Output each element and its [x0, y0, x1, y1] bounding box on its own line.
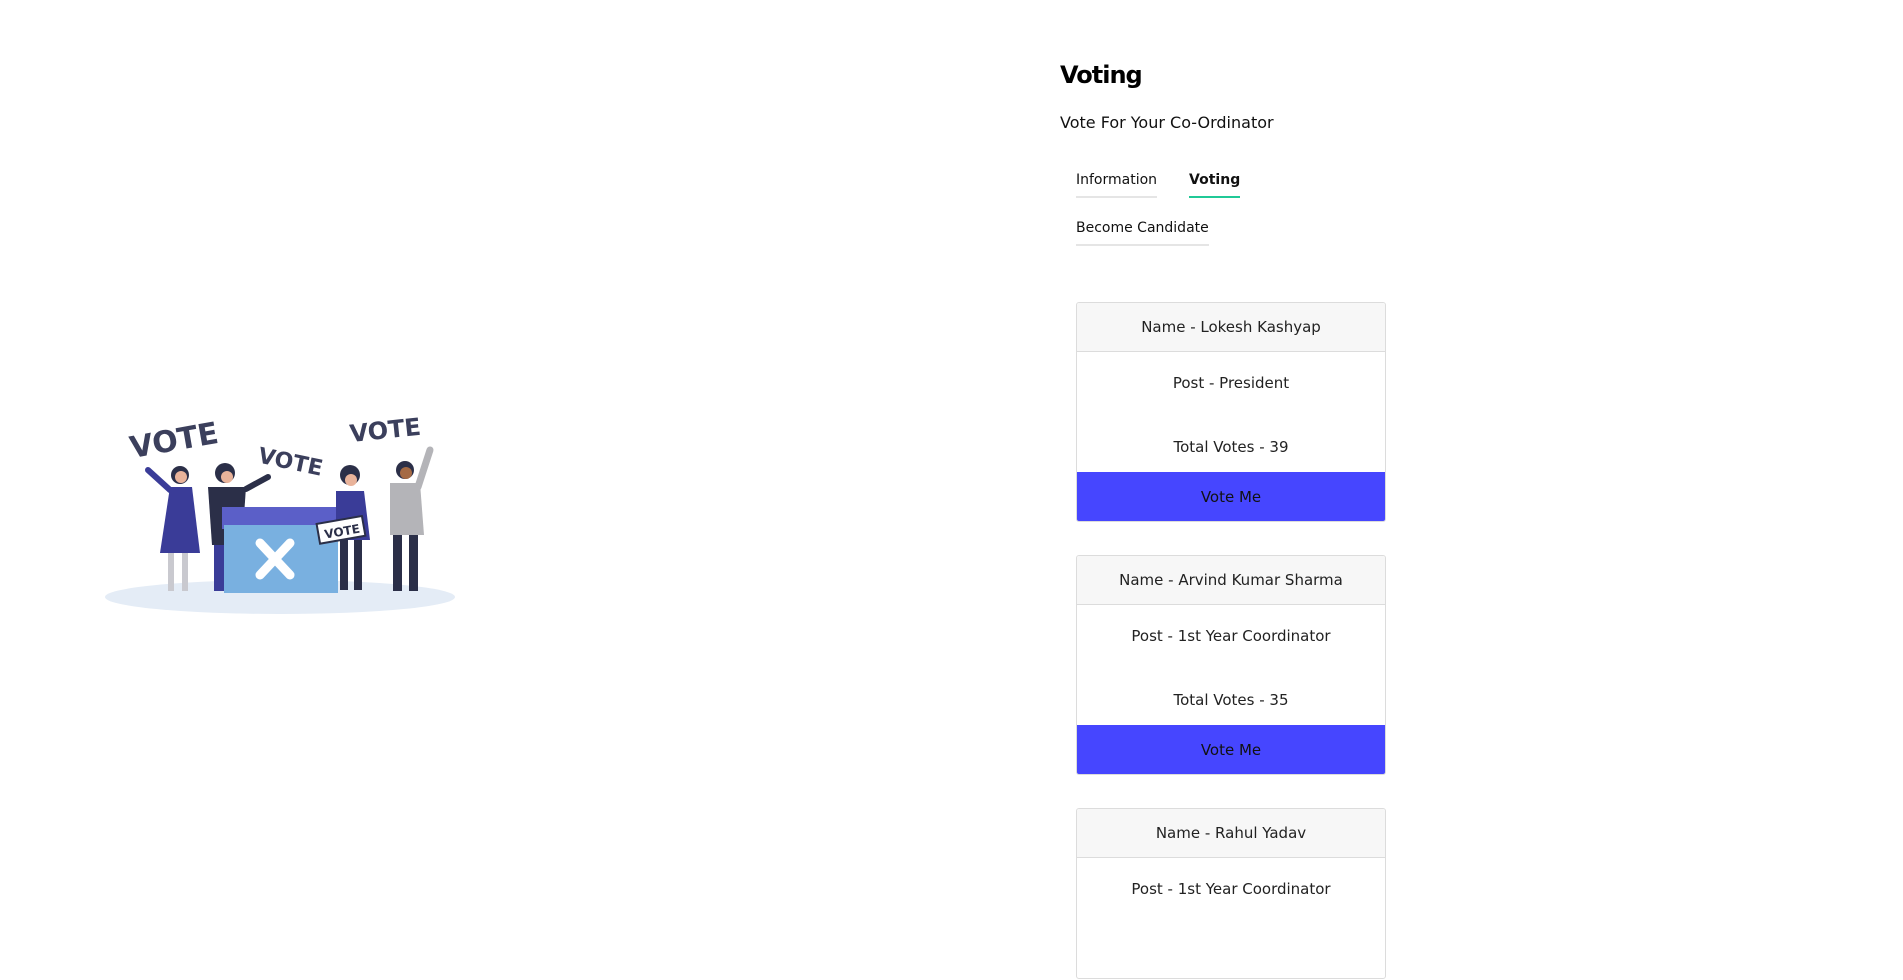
tab-become-candidate[interactable]: Become Candidate	[1076, 214, 1209, 246]
vote-button[interactable]: Vote Me	[1077, 725, 1385, 774]
candidate-votes	[1077, 922, 1385, 978]
candidate-list: Name - Lokesh Kashyap Post - President T…	[1076, 302, 1460, 979]
page-title: Voting	[1060, 61, 1143, 89]
voting-panel: Voting Vote For Your Co-Ordinator Inform…	[1060, 58, 1460, 980]
page-subtitle: Vote For Your Co-Ordinator	[1060, 113, 1274, 132]
vote-sign-3: VOTE	[348, 413, 422, 448]
candidate-card: Name - Lokesh Kashyap Post - President T…	[1076, 302, 1386, 522]
candidate-votes: Total Votes - 35	[1173, 691, 1289, 709]
candidate-card: Name - Arvind Kumar Sharma Post - 1st Ye…	[1076, 555, 1386, 775]
candidate-name: Name - Lokesh Kashyap	[1077, 303, 1385, 352]
candidate-name: Name - Rahul Yadav	[1077, 809, 1385, 858]
tab-voting[interactable]: Voting	[1189, 166, 1241, 198]
candidate-post: Post - President	[1172, 374, 1290, 392]
person-1	[145, 466, 200, 591]
candidate-card: Name - Rahul Yadav Post - 1st Year Coord…	[1076, 808, 1386, 979]
vote-sign-1: VOTE	[127, 416, 221, 466]
candidate-name: Name - Arvind Kumar Sharma	[1077, 556, 1385, 605]
candidate-post: Post - 1st Year Coordinator	[1131, 627, 1331, 645]
page: VOTE VOTE VOTE VOTE Voting Vote For Your…	[0, 0, 1903, 980]
person-4	[390, 446, 434, 591]
candidate-votes: Total Votes - 39	[1173, 438, 1289, 456]
tab-information[interactable]: Information	[1076, 166, 1158, 198]
voting-illustration: VOTE VOTE VOTE VOTE	[105, 413, 455, 614]
ballot-box-x-icon	[222, 507, 340, 593]
vote-button[interactable]: Vote Me	[1077, 472, 1385, 521]
candidate-post: Post - 1st Year Coordinator	[1131, 880, 1331, 898]
tab-bar: Information Voting Become Candidate	[1076, 166, 1256, 246]
